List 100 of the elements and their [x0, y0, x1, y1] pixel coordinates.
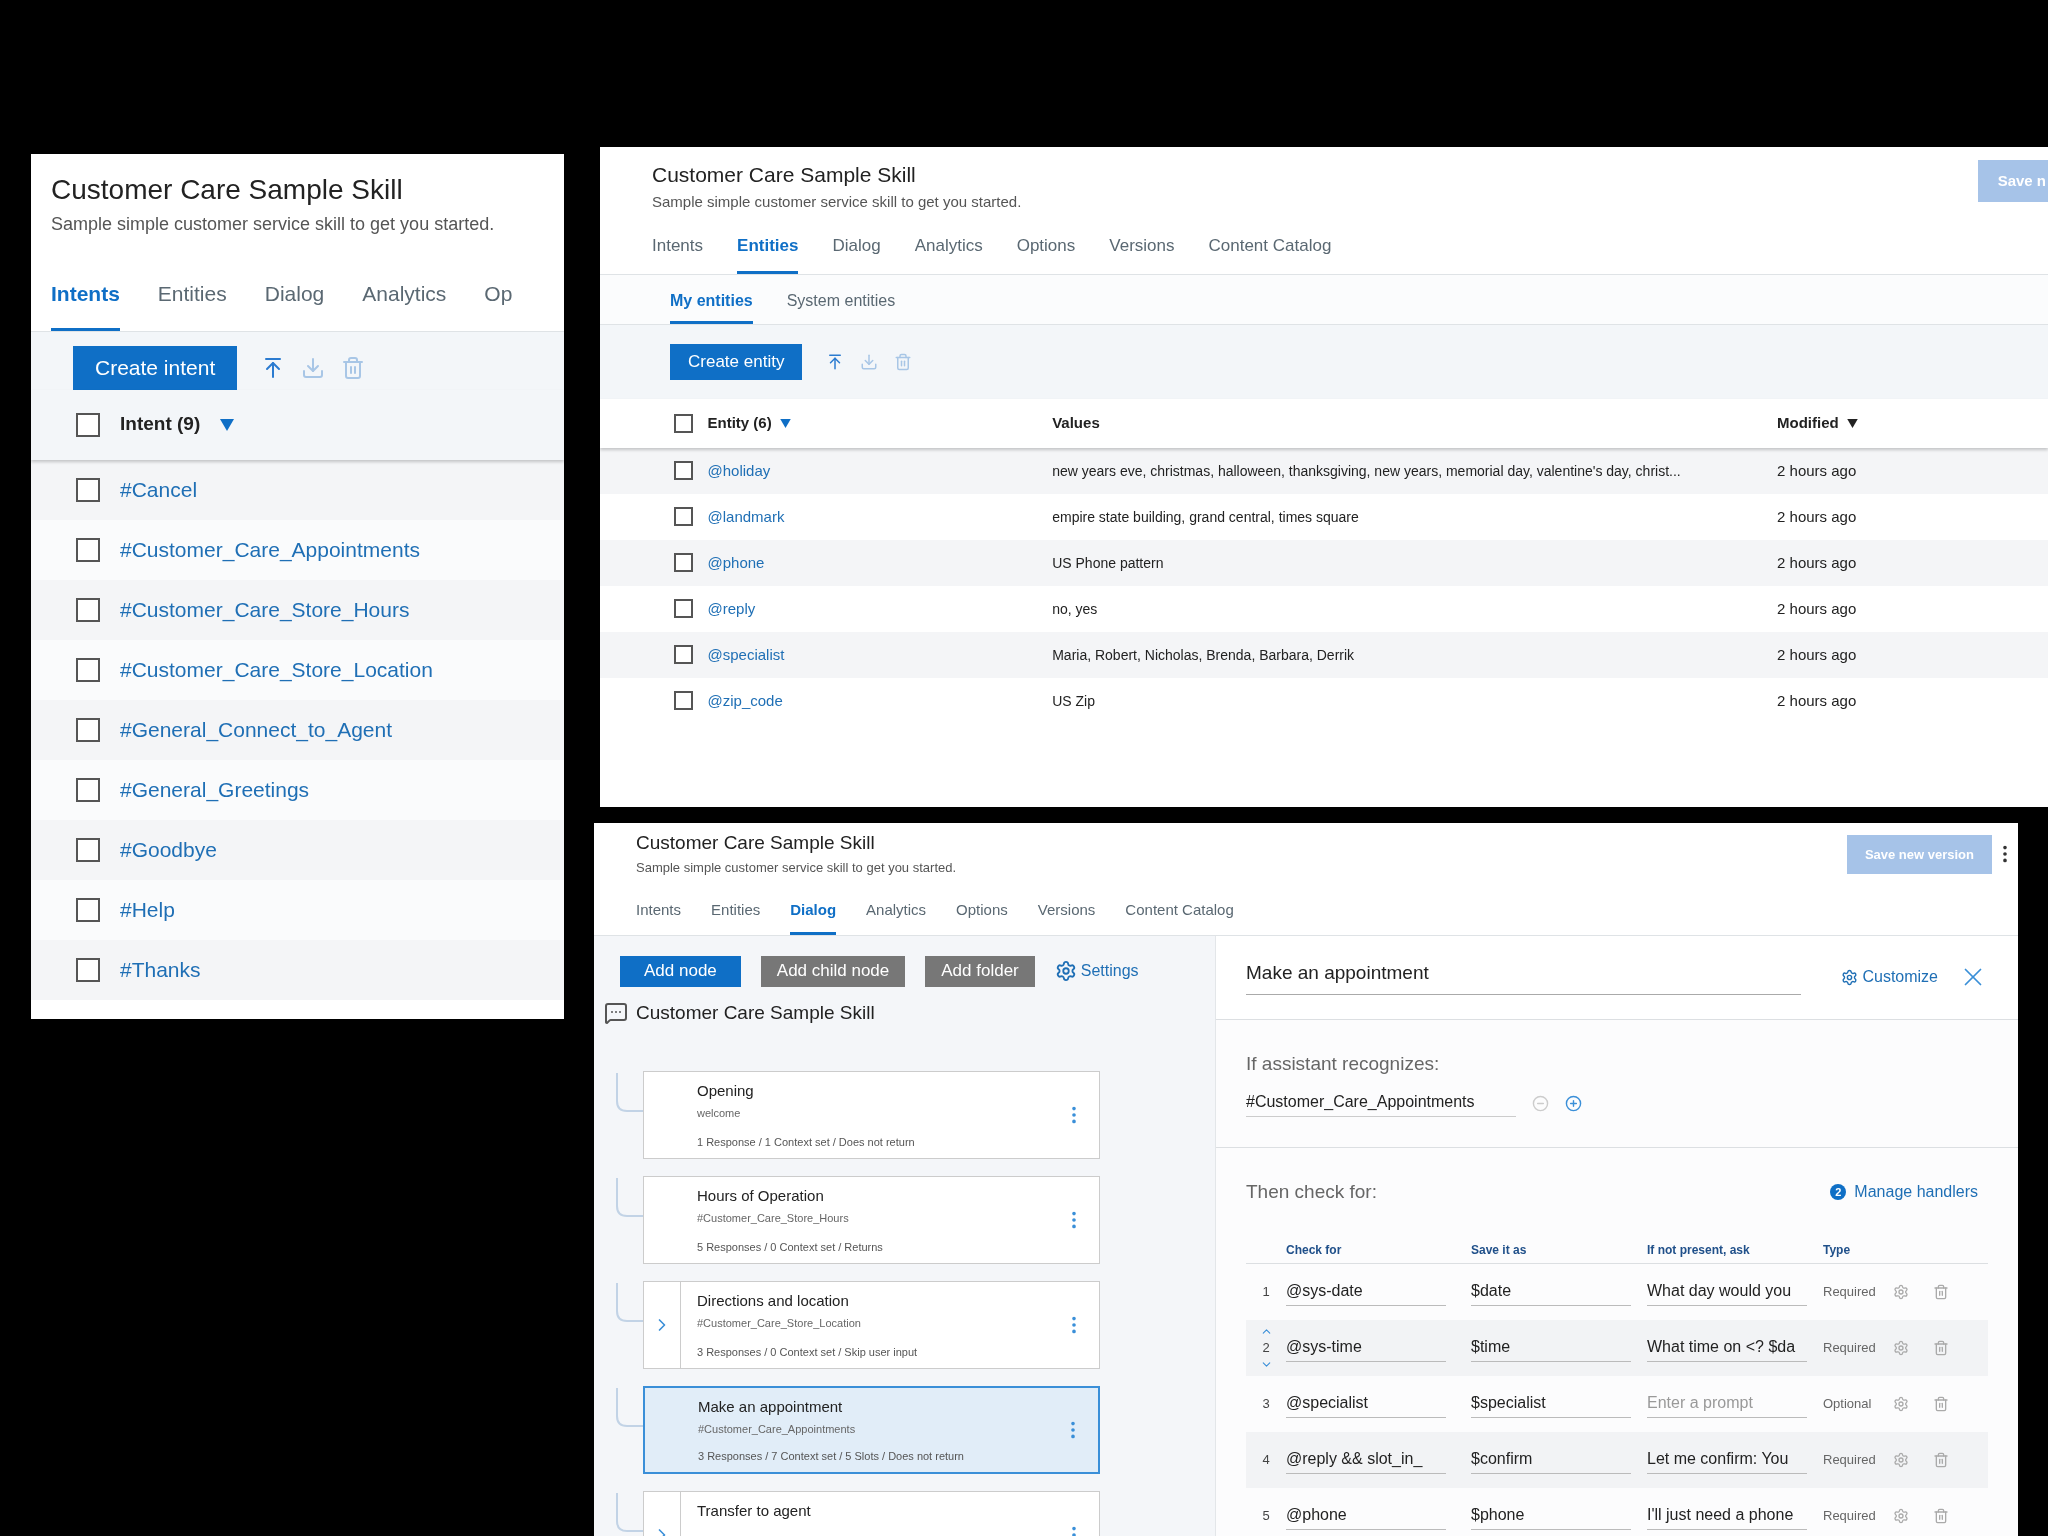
- tab[interactable]: Versions: [1037, 899, 1096, 935]
- input-field[interactable]: @phone: [1286, 1502, 1446, 1530]
- tree-root-title: Customer Care Sample Skill: [636, 1000, 875, 1025]
- settings-icon[interactable]: [1893, 1508, 1909, 1524]
- input-field[interactable]: I'll just need a phone: [1647, 1502, 1807, 1530]
- toolbar-button[interactable]: Add child node: [760, 955, 906, 987]
- checkbox[interactable]: [674, 645, 693, 664]
- delete-icon[interactable]: [1933, 1340, 1949, 1356]
- settings-icon[interactable]: [1893, 1340, 1909, 1356]
- checkbox[interactable]: [76, 537, 100, 562]
- add-node-button[interactable]: Add node: [620, 955, 741, 987]
- checkbox[interactable]: [76, 897, 100, 922]
- input-field[interactable]: Let me confirm: You: [1647, 1446, 1807, 1474]
- column-header: If not present, ask: [1647, 1241, 1751, 1259]
- dialog-node[interactable]: Make an appointment #Customer_Care_Appointments 3 Responses / 7 Context set / 5 Slots / Does not return: [643, 1386, 1100, 1474]
- slot-number: 5: [1262, 1507, 1270, 1526]
- checkbox[interactable]: [76, 597, 100, 622]
- checkbox[interactable]: [674, 553, 693, 572]
- settings-icon[interactable]: [1893, 1396, 1909, 1412]
- tab[interactable]: Content Catalog: [1208, 233, 1332, 274]
- tab[interactable]: Options: [956, 899, 1008, 935]
- entity-link[interactable]: @holiday: [707, 461, 771, 479]
- sort-icon[interactable]: [1846, 418, 1858, 428]
- tab[interactable]: Op: [484, 278, 513, 331]
- tab[interactable]: Analytics: [914, 233, 983, 274]
- add-icon[interactable]: [1565, 1095, 1582, 1112]
- checkbox[interactable]: [674, 413, 693, 433]
- intent-link[interactable]: #Help: [120, 893, 175, 926]
- entity-link[interactable]: @reply: [707, 599, 756, 617]
- toolbar-button[interactable]: Add folder: [925, 955, 1035, 987]
- node-name-field[interactable]: Make an appointment: [1246, 959, 1801, 995]
- column-header[interactable]: Values: [1052, 411, 1100, 435]
- delete-icon[interactable]: [1933, 1452, 1949, 1468]
- checkbox[interactable]: [674, 691, 693, 710]
- tab[interactable]: Intents: [636, 899, 682, 935]
- dialog-node[interactable]: Hours of Operation #Customer_Care_Store_Hours 5 Responses / 0 Context set / Returns: [643, 1176, 1100, 1264]
- tab[interactable]: Versions: [1109, 233, 1175, 274]
- tab[interactable]: System entities: [786, 288, 896, 324]
- column-header[interactable]: Entity (6): [707, 411, 772, 435]
- customize-button[interactable]: Customize: [1841, 965, 1938, 989]
- checkbox[interactable]: [76, 477, 100, 502]
- checkbox[interactable]: [674, 507, 693, 526]
- entity-link[interactable]: @specialist: [707, 645, 785, 663]
- tab[interactable]: Dialog: [264, 278, 325, 331]
- checkbox[interactable]: [76, 412, 100, 437]
- input-field[interactable]: $phone: [1471, 1502, 1631, 1530]
- input-field[interactable]: @reply && slot_in_: [1286, 1446, 1446, 1474]
- input-field[interactable]: @sys-date: [1286, 1278, 1446, 1306]
- column-header[interactable]: Modified: [1777, 411, 1839, 435]
- tab[interactable]: Analytics: [866, 899, 927, 935]
- slot-number: 4: [1262, 1451, 1270, 1470]
- column-header[interactable]: Intent (9): [120, 410, 201, 439]
- create-intent-button[interactable]: Create intent: [73, 345, 238, 390]
- settings-icon[interactable]: [1893, 1284, 1909, 1300]
- input-field[interactable]: What day would you: [1647, 1278, 1807, 1306]
- tab[interactable]: Dialog: [832, 233, 881, 274]
- delete-icon[interactable]: [1933, 1396, 1949, 1412]
- input-field[interactable]: $confirm: [1471, 1446, 1631, 1474]
- input-field[interactable]: $date: [1471, 1278, 1631, 1306]
- condition-field[interactable]: #Customer_Care_Appointments: [1246, 1090, 1516, 1117]
- intent-link[interactable]: #Thanks: [120, 953, 201, 986]
- checkbox[interactable]: [674, 599, 693, 618]
- input-field[interactable]: @sys-time: [1286, 1334, 1446, 1362]
- node-condition: welcome: [697, 1105, 742, 1121]
- settings-button[interactable]: Settings: [1054, 959, 1139, 983]
- tab[interactable]: Intents: [652, 233, 704, 274]
- intent-link[interactable]: #Cancel: [120, 473, 198, 506]
- dialog-node[interactable]: Transfer to agent: [643, 1491, 1100, 1536]
- tab[interactable]: Entities: [711, 899, 761, 935]
- checkbox[interactable]: [76, 957, 100, 982]
- tab[interactable]: Options: [1016, 233, 1076, 274]
- entity-link[interactable]: @phone: [707, 553, 765, 571]
- input-field[interactable]: What time on <? $da: [1647, 1334, 1807, 1362]
- input-field[interactable]: $time: [1471, 1334, 1631, 1362]
- dialog-node[interactable]: Directions and location #Customer_Care_Store_Location 3 Responses / 0 Context set / Skip user input: [643, 1281, 1100, 1369]
- tab[interactable]: Entities: [157, 278, 227, 331]
- tree-connector: [616, 1493, 643, 1533]
- tab[interactable]: Content Catalog: [1125, 899, 1234, 935]
- delete-icon[interactable]: [1933, 1508, 1949, 1524]
- entity-link[interactable]: @landmark: [707, 507, 785, 525]
- checkbox[interactable]: [674, 461, 693, 480]
- input-field[interactable]: $specialist: [1471, 1390, 1631, 1418]
- create-entity-button[interactable]: Create entity: [670, 343, 803, 380]
- tab[interactable]: Analytics: [362, 278, 447, 331]
- dialog-node[interactable]: Opening welcome 1 Response / 1 Context set / Does not return: [643, 1071, 1100, 1159]
- table-cell: new years eve, christmas, halloween, thanksgiving, new years, memorial day, valentine's day, christ...: [1052, 462, 1681, 479]
- handler-count-badge: 2: [1830, 1183, 1847, 1200]
- checkbox[interactable]: [76, 657, 100, 682]
- skill-description: Sample simple customer service skill to get you started.: [652, 191, 1022, 212]
- manage-handlers-link[interactable]: Manage handlers: [1854, 1179, 1978, 1204]
- intent-link[interactable]: #Goodbye: [120, 833, 217, 866]
- checkbox[interactable]: [76, 777, 100, 802]
- slot-type: Required: [1823, 1507, 1877, 1526]
- settings-icon[interactable]: [1893, 1452, 1909, 1468]
- entity-link[interactable]: @zip_code: [707, 691, 783, 709]
- intent-link[interactable]: #General_Greetings: [120, 773, 310, 806]
- input-field[interactable]: @specialist: [1286, 1390, 1446, 1418]
- checkbox[interactable]: [76, 717, 100, 742]
- delete-icon[interactable]: [1933, 1284, 1949, 1300]
- checkbox[interactable]: [76, 837, 100, 862]
